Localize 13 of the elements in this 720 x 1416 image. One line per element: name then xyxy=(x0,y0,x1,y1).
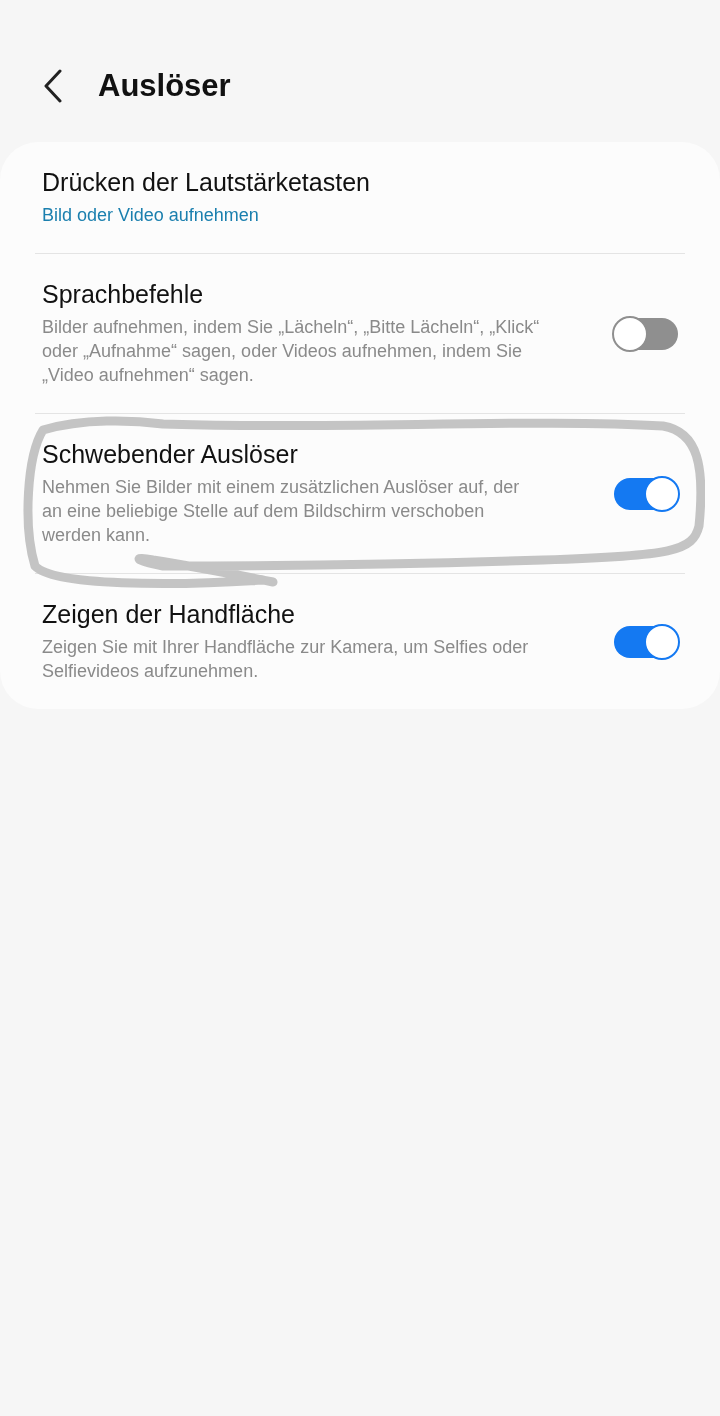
setting-title[interactable]: Sprachbefehle xyxy=(42,280,574,309)
setting-description: Zeigen Sie mit Ihrer Handfläche zur Kamera, um Selfies oder Selfievideos aufzunehmen. xyxy=(42,636,530,683)
setting-description: Bilder aufnehmen, indem Sie „Lächeln“, „Bitte Lächeln“, „Klick“ oder „Aufnahme“ sagen, oder Videos aufnehmen, indem Sie „Video aufnehmen“ sagen. xyxy=(42,316,541,387)
setting-title[interactable]: Zeigen der Handfläche xyxy=(42,600,574,629)
setting-title[interactable]: Drücken der Lautstärketasten xyxy=(42,168,678,197)
page-title: Auslöser xyxy=(98,68,231,104)
toggle-switch[interactable] xyxy=(614,477,678,510)
setting-title[interactable]: Schwebender Auslöser xyxy=(42,440,574,469)
setting-description: Nehmen Sie Bilder mit einem zusätzlichen Auslöser auf, der an eine beliebige Stelle auf dem Bildschirm verschoben werden kann. xyxy=(42,476,521,547)
toggle-switch[interactable] xyxy=(614,625,678,658)
toggle-switch[interactable] xyxy=(614,317,678,350)
setting-description: Bild oder Video aufnehmen xyxy=(42,204,260,227)
back-icon xyxy=(43,69,63,103)
